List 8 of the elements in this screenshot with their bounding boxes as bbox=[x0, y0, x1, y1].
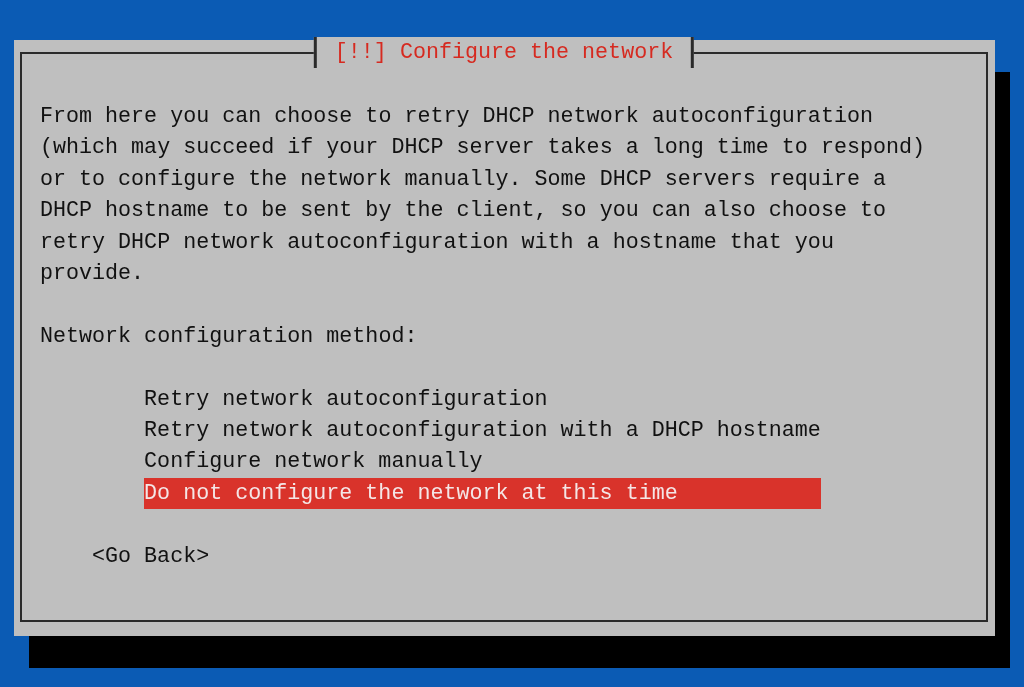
menu-option[interactable]: Retry network autoconfiguration with a DHCP hostname bbox=[144, 415, 821, 447]
description-text: From here you can choose to retry DHCP network autoconfiguration (which may succeed if your DHCP server takes a long time to respond) or to configure the network manually. Some DHCP servers require a DHCP hostname to be sent by the client, so you can also choose to retry DHCP network autoconfiguration with a hostname that you provide. bbox=[40, 103, 925, 289]
menu-option[interactable]: Retry network autoconfiguration bbox=[144, 383, 821, 416]
prompt-label: Network configuration method: bbox=[40, 322, 419, 351]
go-back-button[interactable]: <Go Back> bbox=[92, 540, 210, 573]
menu-option[interactable]: Configure network manually bbox=[144, 446, 821, 478]
menu-option[interactable]: Do not configure the network at this time bbox=[144, 477, 821, 510]
dialog-title: [!!] Configure the network bbox=[313, 37, 695, 69]
